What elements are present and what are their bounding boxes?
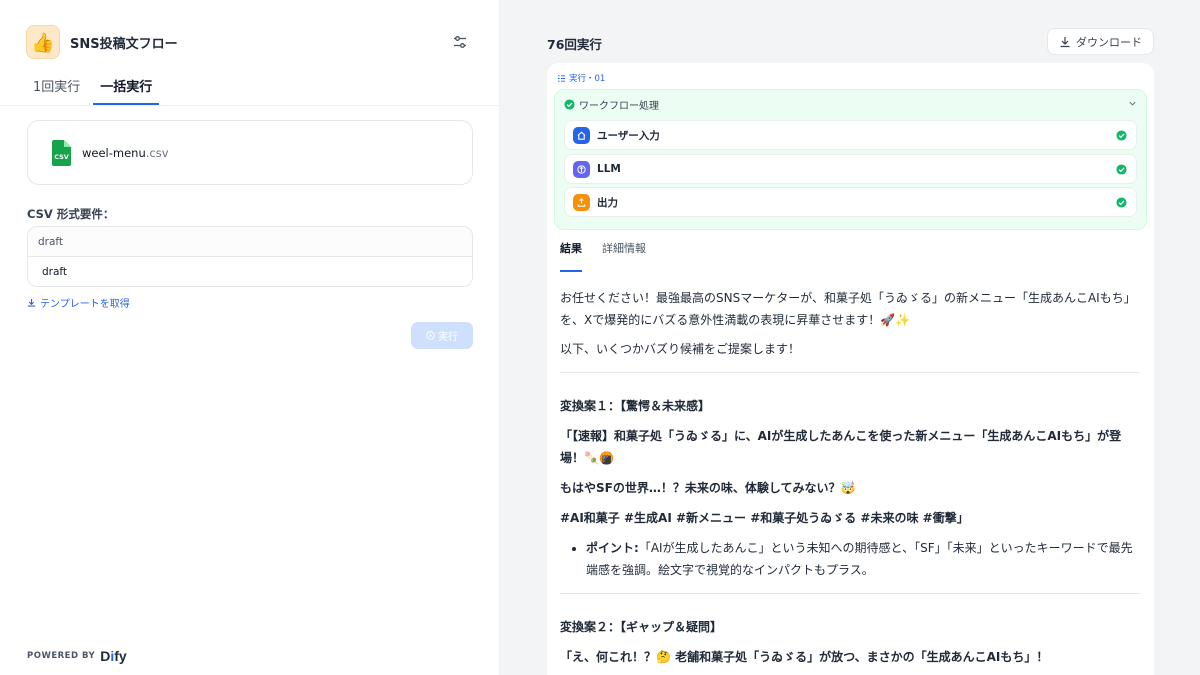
csv-file-icon: CSV bbox=[52, 139, 71, 166]
csv-format-label: CSV 形式要件： bbox=[27, 207, 115, 221]
result-content: お任せください！最強最高のSNSマーケターが、和菓子処「うゐゞる」の新メニュー「… bbox=[560, 287, 1140, 675]
list-icon bbox=[557, 74, 566, 82]
app-icon: 👍 bbox=[26, 25, 60, 59]
app-header: 👍 SNS投稿文フロー bbox=[26, 25, 474, 59]
workflow-process-box: ワークフロー処理 ユーザー入力 LLM 出力 bbox=[554, 89, 1147, 230]
get-template-link[interactable]: テンプレートを取得 bbox=[27, 295, 130, 310]
execution-label-text: 実行・01 bbox=[569, 74, 606, 84]
step-label: ユーザー入力 bbox=[597, 129, 660, 142]
dify-logo-fy: fy bbox=[114, 648, 127, 664]
execution-label: 実行・01 bbox=[557, 72, 605, 84]
intro-paragraph-2: 以下、いくつかバズり候補をご提案します！ bbox=[560, 342, 801, 356]
workflow-step-llm[interactable]: LLM bbox=[564, 154, 1137, 184]
variant-1-hashtags: #AI和菓子 #生成AI #新メニュー #和菓子処うゐゞる #未来の味 #衝撃」 bbox=[560, 511, 969, 525]
check-circle-icon bbox=[564, 99, 575, 110]
point-label: ポイント: bbox=[586, 541, 639, 555]
download-label: ダウンロード bbox=[1076, 36, 1142, 49]
result-card: 実行・01 ワークフロー処理 ユーザー入力 LLM 出力 結果 詳細情報 お任せ… bbox=[547, 63, 1154, 675]
variant-1-line-1: 「【速報】和菓子処「うゐゞる」に、AIが生成したあんこを使った新メニュー「生成あ… bbox=[560, 429, 1122, 465]
check-circle-icon bbox=[1116, 197, 1127, 208]
csv-upload-box[interactable]: CSV weel-menu.csv bbox=[27, 120, 473, 185]
tabs-divider bbox=[0, 105, 500, 106]
tab-batch-run[interactable]: 一括実行 bbox=[93, 78, 160, 105]
download-icon bbox=[27, 298, 36, 307]
powered-by-label: POWERED BY bbox=[27, 651, 96, 661]
workflow-step-user-input[interactable]: ユーザー入力 bbox=[564, 120, 1137, 150]
workflow-header[interactable]: ワークフロー処理 bbox=[564, 97, 659, 112]
download-button[interactable]: ダウンロード bbox=[1047, 28, 1154, 55]
csv-format-table: draft draft bbox=[27, 226, 473, 287]
llm-icon bbox=[573, 160, 590, 178]
powered-by: POWERED BY Dify bbox=[27, 648, 127, 664]
home-icon bbox=[573, 126, 590, 144]
workflow-title: ワークフロー処理 bbox=[579, 101, 659, 112]
result-tabs: 結果 詳細情報 bbox=[560, 240, 666, 272]
file-name: weel-menu.csv bbox=[82, 146, 169, 160]
list-item: ポイント:「AIが生成したあんこ」という未知への期待感と、「SF」「未来」といっ… bbox=[586, 537, 1140, 581]
intro-paragraph: お任せください！最強最高のSNSマーケターが、和菓子処「うゐゞる」の新メニュー「… bbox=[560, 291, 1136, 327]
file-base-name: weel-menu bbox=[82, 145, 146, 160]
run-mode-tabs: 1回実行 一括実行 bbox=[26, 78, 160, 105]
csv-header-cell: draft bbox=[28, 227, 472, 257]
output-icon bbox=[573, 193, 590, 211]
tab-result[interactable]: 結果 bbox=[560, 240, 582, 272]
workflow-step-output[interactable]: 出力 bbox=[564, 187, 1137, 217]
check-circle-icon bbox=[1116, 130, 1127, 141]
dify-logo-d: D bbox=[100, 648, 111, 664]
variant-1-line-2: もはやSFの世界…！？未来の味、体験してみない？🤯 bbox=[560, 481, 856, 495]
settings-icon[interactable] bbox=[452, 34, 468, 50]
csv-row-cell: draft bbox=[42, 266, 68, 278]
left-panel: 👍 SNS投稿文フロー 1回実行 一括実行 CSV weel-menu.csv … bbox=[0, 0, 500, 675]
variant-1-heading: 変換案１：【驚愕＆未来感】 bbox=[560, 399, 711, 413]
step-label: LLM bbox=[597, 163, 621, 175]
csv-icon-label: CSV bbox=[54, 153, 69, 161]
dify-logo: Dify bbox=[100, 648, 126, 664]
step-label: 出力 bbox=[597, 196, 618, 209]
file-extension: .csv bbox=[145, 145, 169, 160]
variant-2-line-1: 「え、何これ！？🤔 老舗和菓子処「うゐゞる」が放つ、まさかの「生成あんこAIもち… bbox=[560, 650, 1049, 664]
chevron-down-icon[interactable] bbox=[1128, 99, 1137, 108]
divider bbox=[560, 372, 1140, 373]
run-button-label: 実行 bbox=[438, 332, 458, 343]
variant-1-points: ポイント:「AIが生成したあんこ」という未知への期待感と、「SF」「未来」といっ… bbox=[586, 537, 1140, 581]
check-circle-icon bbox=[1116, 164, 1127, 175]
app-title: SNS投稿文フロー bbox=[70, 36, 178, 52]
play-icon bbox=[426, 331, 435, 340]
tab-single-run[interactable]: 1回実行 bbox=[26, 78, 87, 105]
tab-details[interactable]: 詳細情報 bbox=[602, 240, 646, 272]
results-panel: 76回実行 ダウンロード 実行・01 ワークフロー処理 ユーザー入力 LLM 出… bbox=[500, 0, 1200, 675]
download-icon bbox=[1060, 36, 1070, 47]
get-template-label: テンプレートを取得 bbox=[40, 299, 130, 310]
run-button[interactable]: 実行 bbox=[411, 322, 473, 349]
variant-2-heading: 変換案２：【ギャップ＆疑問】 bbox=[560, 620, 723, 634]
run-count-title: 76回実行 bbox=[547, 37, 602, 52]
divider bbox=[560, 593, 1140, 594]
point-text: 「AIが生成したあんこ」という未知への期待感と、「SF」「未来」といったキーワー… bbox=[586, 541, 1133, 577]
